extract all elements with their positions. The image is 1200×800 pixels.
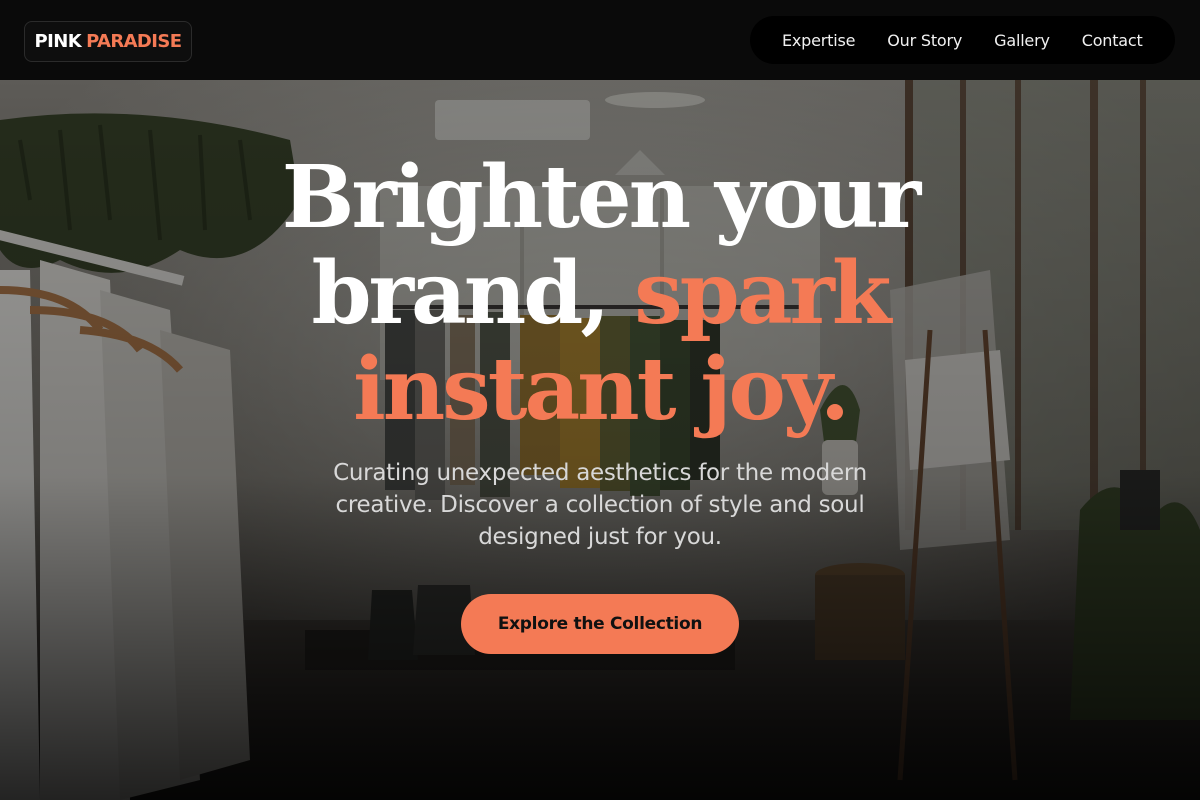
hero-subtitle: Curating unexpected aesthetics for the m… — [333, 460, 867, 550]
brand-word-pink: PINK — [34, 31, 82, 52]
nav-link-our-story[interactable]: Our Story — [887, 31, 962, 50]
nav-link-gallery[interactable]: Gallery — [994, 31, 1050, 50]
nav-link-expertise[interactable]: Expertise — [782, 31, 855, 50]
headline-line-2: brand, — [311, 243, 635, 344]
brand-logo[interactable]: PINK PARADISE — [24, 21, 192, 62]
hero-headline: Brighten your brand, spark instant joy. — [0, 150, 1200, 438]
headline-line-1: Brighten your — [281, 147, 921, 248]
explore-collection-button[interactable]: Explore the Collection — [461, 594, 739, 654]
site-header: PINK PARADISE Expertise Our Story Galler… — [0, 0, 1200, 80]
main-nav: Expertise Our Story Gallery Contact — [750, 16, 1175, 64]
nav-link-contact[interactable]: Contact — [1082, 31, 1143, 50]
headline-accent-spark: spark — [634, 243, 891, 344]
headline-accent-instant-joy: instant joy. — [353, 339, 850, 440]
hero-section: Brighten your brand, spark instant joy. … — [0, 80, 1200, 800]
brand-word-paradise: PARADISE — [86, 31, 182, 52]
